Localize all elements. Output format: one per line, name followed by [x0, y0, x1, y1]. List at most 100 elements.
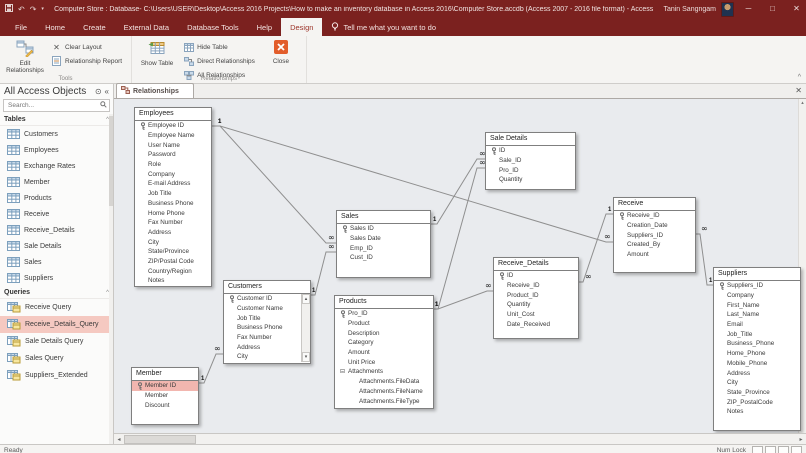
field-row[interactable]: Receive_ID: [614, 211, 695, 221]
scroll-down-icon[interactable]: ▾: [302, 352, 310, 362]
field-row[interactable]: Address: [135, 228, 211, 238]
field-row[interactable]: Attachments.FileType: [335, 396, 433, 406]
field-row[interactable]: Email: [714, 320, 800, 330]
field-row[interactable]: Job Title: [135, 189, 211, 199]
entity-employees[interactable]: Employees Employee ID Employee Name User Na…: [134, 107, 212, 287]
nav-pane-scrollbar[interactable]: [109, 114, 113, 444]
tab-create[interactable]: Create: [74, 18, 115, 36]
sidebar-table-receive-details[interactable]: Receive_Details: [0, 222, 113, 238]
clear-layout-button[interactable]: ✕ Clear Layout: [48, 41, 125, 53]
sidebar-table-products[interactable]: Products: [0, 190, 113, 206]
entity-customers[interactable]: Customers Customer ID Customer Name Job Tit…: [223, 280, 311, 364]
sidebar-table-exchange-rates[interactable]: Exchange Rates: [0, 158, 113, 174]
entity-sales[interactable]: Sales Sales ID Sales Date Emp_ID Cust_ID: [336, 210, 431, 278]
field-row[interactable]: Quantity: [486, 175, 575, 185]
field-row[interactable]: Last_Name: [714, 310, 800, 320]
field-row[interactable]: ZIP/Postal Code: [135, 257, 211, 267]
field-row[interactable]: Fax Number: [135, 218, 211, 228]
field-row[interactable]: Job Title: [224, 313, 310, 323]
field-row[interactable]: User Name: [135, 140, 211, 150]
entity-receive-details[interactable]: Receive_Details ID Receive_ID Product_ID Qua…: [493, 257, 579, 339]
field-row[interactable]: Creation_Date: [614, 221, 695, 231]
hide-table-button[interactable]: Hide Table: [180, 41, 258, 53]
sidebar-table-receive[interactable]: Receive: [0, 206, 113, 222]
relationships-canvas[interactable]: 1 ∞ 1 ∞ 1 ∞ 1 ∞ 1 ∞ 1 ∞ 1 ∞ 1 ∞ 1 ∞ ▴ Employees Employee I…: [114, 99, 806, 433]
sidebar-table-sale-details[interactable]: Sale Details: [0, 238, 113, 254]
field-row[interactable]: Amount: [335, 348, 433, 358]
field-row[interactable]: Mobile_Phone: [714, 359, 800, 369]
tab-home[interactable]: Home: [36, 18, 74, 36]
field-row[interactable]: Notes: [714, 407, 800, 417]
field-row[interactable]: ID: [486, 146, 575, 156]
field-row[interactable]: Sales ID: [337, 224, 430, 234]
entity-products[interactable]: Products Pro_ID Product Description Category…: [334, 295, 434, 409]
field-row[interactable]: Amount: [614, 250, 695, 260]
search-input[interactable]: [6, 101, 100, 110]
field-row[interactable]: City: [224, 352, 310, 362]
close-document-icon[interactable]: ✕: [795, 86, 802, 95]
field-row[interactable]: ⊟ Attachments: [335, 367, 433, 377]
sidebar-table-customers[interactable]: Customers: [0, 126, 113, 142]
tab-design[interactable]: Design: [281, 18, 323, 36]
relationship-line-employees-sales[interactable]: [210, 125, 336, 244]
field-row[interactable]: Product_ID: [494, 290, 578, 300]
entity-receive[interactable]: Receive Receive_ID Creation_Date Suppliers_…: [613, 197, 696, 273]
field-row[interactable]: Customer ID: [224, 294, 310, 304]
scroll-right-icon[interactable]: ▸: [796, 436, 806, 443]
qat-menu-icon[interactable]: ▾: [41, 6, 44, 12]
field-row[interactable]: Product: [335, 319, 433, 329]
tab-help[interactable]: Help: [248, 18, 281, 36]
restore-button[interactable]: □: [763, 0, 782, 18]
field-row[interactable]: Password: [135, 150, 211, 160]
sidebar-query-sales-query[interactable]: Sales Query: [0, 350, 113, 367]
field-row[interactable]: Business_Phone: [714, 339, 800, 349]
sidebar-query-sale-details-query[interactable]: Sale Details Query: [0, 333, 113, 350]
field-row[interactable]: Employee ID: [135, 121, 211, 131]
tables-group-header[interactable]: Tables ^: [0, 114, 113, 126]
field-row[interactable]: ZIP_PostalCode: [714, 397, 800, 407]
relationship-line-receive-receive-details[interactable]: [577, 213, 613, 283]
field-row[interactable]: ID: [494, 271, 578, 281]
view-button[interactable]: [765, 445, 776, 453]
shutter-bar-icon[interactable]: «: [105, 87, 109, 96]
field-row[interactable]: Created_By: [614, 240, 695, 250]
field-row[interactable]: Address: [714, 368, 800, 378]
scrollbar-thumb[interactable]: [124, 434, 196, 444]
tell-me-box[interactable]: Tell me what you want to do: [322, 18, 445, 36]
field-row[interactable]: Notes: [135, 276, 211, 286]
view-button[interactable]: [752, 445, 763, 453]
sidebar-table-employees[interactable]: Employees: [0, 142, 113, 158]
entity-suppliers[interactable]: Suppliers Suppliers_ID Company First_Name La…: [713, 267, 801, 431]
sidebar-table-member[interactable]: Member: [0, 174, 113, 190]
field-row[interactable]: Sales Date: [337, 234, 430, 244]
field-row[interactable]: State_Province: [714, 388, 800, 398]
avatar[interactable]: [721, 1, 734, 17]
field-row[interactable]: Home_Phone: [714, 349, 800, 359]
field-row[interactable]: Date_Received: [494, 319, 578, 329]
field-row[interactable]: Emp_ID: [337, 243, 430, 253]
field-row[interactable]: Address: [224, 342, 310, 352]
field-row[interactable]: City: [135, 237, 211, 247]
field-row[interactable]: Attachments.FileName: [335, 387, 433, 397]
field-row[interactable]: Customer Name: [224, 304, 310, 314]
sidebar-query-suppliers-extended[interactable]: Suppliers_Extended: [0, 367, 113, 384]
field-row[interactable]: Company: [135, 169, 211, 179]
field-row[interactable]: Home Phone: [135, 208, 211, 218]
field-row[interactable]: City: [714, 378, 800, 388]
field-row[interactable]: Fax Number: [224, 333, 310, 343]
sidebar-query-receive-details-query[interactable]: Receive_Details_Query: [0, 316, 113, 333]
field-row[interactable]: Attachments.FileData: [335, 377, 433, 387]
field-row[interactable]: Employee Name: [135, 131, 211, 141]
entity-member[interactable]: Member Member ID Member Discount: [131, 367, 199, 425]
minimize-button[interactable]: ─: [739, 0, 758, 18]
field-row[interactable]: Job_Title: [714, 329, 800, 339]
field-row[interactable]: Country/Region: [135, 266, 211, 276]
field-row[interactable]: Business Phone: [224, 323, 310, 333]
relationship-line-products-receive-details[interactable]: [432, 290, 493, 310]
scroll-up-icon[interactable]: ▴: [799, 99, 806, 107]
close-button[interactable]: ✕: [787, 0, 806, 18]
queries-group-header[interactable]: Queries ^: [0, 287, 113, 299]
tab-file[interactable]: File: [6, 18, 36, 36]
field-row[interactable]: Sale_ID: [486, 156, 575, 166]
entity-scrollbar[interactable]: ▴ ▾: [301, 294, 310, 362]
